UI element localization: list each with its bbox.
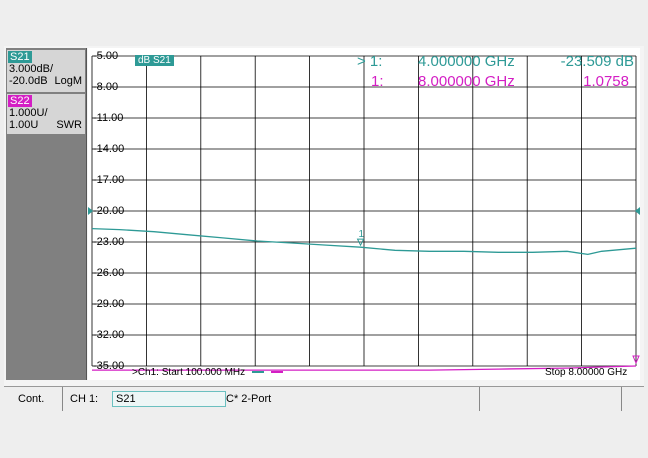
y-tick-label: -29.00 [93,298,125,310]
marker1-freq: 4.000000 GHz [418,53,515,70]
marker2-freq: 8.000000 GHz [418,73,515,90]
active-trace-tag: dB S21 [135,55,174,66]
sweep-mode[interactable]: Cont. [18,393,44,405]
marker1-prefix: > 1: [357,53,383,70]
plot-area[interactable]: 1 [88,48,640,380]
y-tick-label: -20.00 [93,205,125,217]
trace-box-s21[interactable]: S21 3.000dB/ -20.0dB LogM [7,50,85,92]
status-bar: Cont. CH 1: S21 C* 2-Port [4,386,644,411]
sweep-start: >Ch1: Start 100.000 MHz [132,367,283,379]
marker2-prefix: 1: [371,73,384,90]
sweep-stop: Stop 8.00000 GHz [545,367,628,378]
status-divider [62,387,63,411]
status-divider [621,387,622,411]
y-tick-label: -17.00 [93,174,125,186]
marker2-value: 1.0758 [583,73,629,90]
trace-name: S22 [8,95,32,107]
channel-label: CH 1: [70,393,99,405]
marker1-value: -23.509 dB [560,53,634,70]
marker-number-s21: 1 [359,229,365,240]
trace-scale: 1.000U/ [9,107,48,119]
active-param[interactable]: S21 [116,393,136,405]
legend-s22-line [270,371,283,374]
legend-s21-line [251,371,264,374]
sweep-start-label: >Ch1: Start 100.000 MHz [132,367,246,378]
trace-ref: 1.00U [9,119,39,131]
trace-ref: -20.0dB [9,75,48,87]
y-tick-label: -14.00 [93,143,125,155]
trace-name: S21 [8,51,32,63]
y-tick-label: -11.00 [93,112,124,124]
y-tick-label: -8.00 [93,81,119,93]
status-divider [479,387,480,411]
y-tick-label: -26.00 [93,267,125,279]
chart-svg: 1 [88,55,640,371]
calibration-status[interactable]: C* 2-Port [226,393,271,405]
trace-scale: 3.000dB/ [9,63,54,75]
trace-panel: S21 3.000dB/ -20.0dB LogM S22 1.000U/ 1.0… [6,48,87,380]
y-tick-label: -35.00 [93,360,125,372]
trace-box-s22[interactable]: S22 1.000U/ 1.00U SWR [7,94,85,134]
y-tick-label: -32.00 [93,329,125,341]
y-tick-label: -23.00 [93,236,125,248]
y-tick-label: -5.00 [93,50,119,62]
trace-format: SWR [56,119,82,131]
trace-format: LogM [54,75,82,87]
